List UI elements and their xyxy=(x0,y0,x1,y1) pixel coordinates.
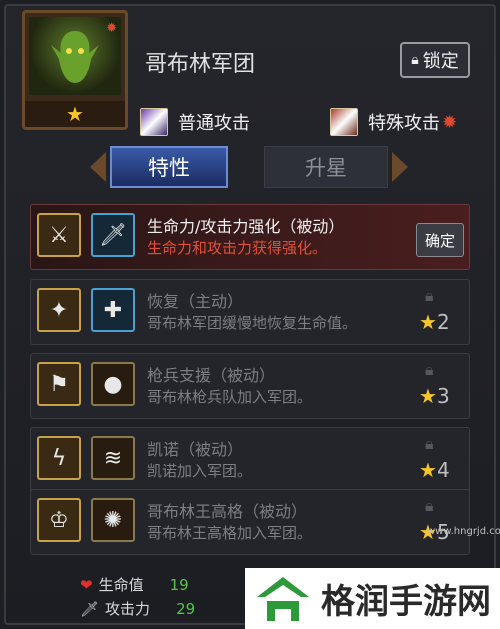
hp-value: 19 xyxy=(169,575,189,594)
star-requirement: ★2 xyxy=(419,310,450,334)
star-icon: ★ xyxy=(419,384,437,408)
skill-desc: 生命力和攻击力获得强化。 xyxy=(147,239,328,257)
lock-icon: 🔒︎ xyxy=(425,434,434,453)
skill-row-1[interactable]: ✦ ✚ 恢复（主动） 哥布林军团缓慢地恢复生命值。 🔒︎ ★2 xyxy=(30,279,470,345)
star-icon: ★ xyxy=(419,458,437,482)
slash-icon: ≋ xyxy=(91,436,135,480)
skill-row-4[interactable]: ♔ ✺ 哥布林王高格（被动） 哥布林王高格加入军团。 🔒︎ ★5 xyxy=(30,489,470,555)
watermark-text: 格润手游网 xyxy=(321,582,491,622)
star-icon: ★ xyxy=(419,310,437,334)
hp-stat: ❤ 生命值 19 xyxy=(80,574,189,595)
normal-attack-label: 普通攻击 xyxy=(178,113,250,134)
atk-stat: 🗡︎ 攻击力 29 xyxy=(80,598,195,619)
cross-icon: ✚ xyxy=(91,288,135,332)
heart-icon: ❤ xyxy=(80,575,93,594)
skill-desc: 哥布林军团缓慢地恢复生命值。 xyxy=(147,314,358,332)
skill-name: 哥布林王高格（被动） xyxy=(147,502,308,521)
skill-row-2[interactable]: ⚑ ● 枪兵支援（被动） 哥布林枪兵队加入军团。 🔒︎ ★3 xyxy=(30,353,470,419)
atk-value: 29 xyxy=(176,599,196,618)
bomb-icon: ● xyxy=(91,362,135,406)
tab-upgrade[interactable]: 升星 xyxy=(264,146,388,188)
sword-boost-icon: ⚔ xyxy=(37,213,81,257)
normal-attack[interactable]: 普通攻击 xyxy=(140,108,250,136)
lock-icon: 🔒︎ xyxy=(425,360,434,379)
hp-label: 生命值 xyxy=(98,576,144,594)
skill-name: 凯诺（被动） xyxy=(147,440,244,459)
skill-desc: 哥布林枪兵队加入军团。 xyxy=(147,388,313,406)
house-logo-icon xyxy=(257,576,309,621)
tab-left-arrow xyxy=(90,152,106,182)
lock-icon: 🔒︎ xyxy=(425,286,434,305)
goblin-icon xyxy=(51,31,99,83)
claw-icon xyxy=(330,108,358,136)
skill-name: 生命力/攻击力强化（被动） xyxy=(147,217,345,236)
lock-label: 锁定 xyxy=(422,51,459,72)
skill-name: 枪兵支援（被动） xyxy=(147,366,276,385)
shield-sword-icon: 🗡︎ xyxy=(91,213,135,257)
tab-traits[interactable]: 特性 xyxy=(110,146,228,188)
skill-row-0[interactable]: ⚔ 🗡︎ 生命力/攻击力强化（被动） 生命力和攻击力获得强化。 确定 xyxy=(30,204,470,270)
special-attack-label: 特殊攻击 xyxy=(368,113,440,134)
lightning-icon: ϟ xyxy=(37,436,81,480)
watermark: 格润手游网 xyxy=(245,568,500,629)
watermark-url: www.hngrjd.com xyxy=(427,526,500,537)
skill-name: 恢复（主动） xyxy=(147,292,244,311)
special-attack[interactable]: 特殊攻击 ✹ xyxy=(330,108,457,136)
crown-icon: ♔ xyxy=(37,498,81,542)
skill-desc: 哥布林王高格加入军团。 xyxy=(147,524,313,542)
unit-portrait[interactable]: ✹ ★ xyxy=(22,10,128,130)
star-requirement: ★3 xyxy=(419,384,450,408)
paw-icon: ✹ xyxy=(106,21,117,36)
burst-icon: ✺ xyxy=(91,498,135,542)
heal-icon: ✦ xyxy=(37,288,81,332)
spearman-icon: ⚑ xyxy=(37,362,81,406)
paw-icon: ✹ xyxy=(442,111,458,133)
star-rating: ★ xyxy=(25,101,125,127)
lock-icon: 🔒︎ xyxy=(425,496,434,515)
sword-icon xyxy=(140,108,168,136)
sword-icon: 🗡︎ xyxy=(80,599,100,618)
confirm-button[interactable]: 确定 xyxy=(416,223,464,257)
skill-row-3[interactable]: ϟ ≋ 凯诺（被动） 凯诺加入军团。 🔒︎ ★4 xyxy=(30,427,470,493)
lock-icon: 🔒︎ xyxy=(411,52,419,68)
unit-title: 哥布林军团 xyxy=(145,52,256,77)
lock-button[interactable]: 🔒︎ 锁定 xyxy=(400,42,470,78)
skill-desc: 凯诺加入军团。 xyxy=(147,462,253,480)
atk-label: 攻击力 xyxy=(105,600,151,618)
star-requirement: ★4 xyxy=(419,458,450,482)
tab-right-arrow xyxy=(392,152,408,182)
